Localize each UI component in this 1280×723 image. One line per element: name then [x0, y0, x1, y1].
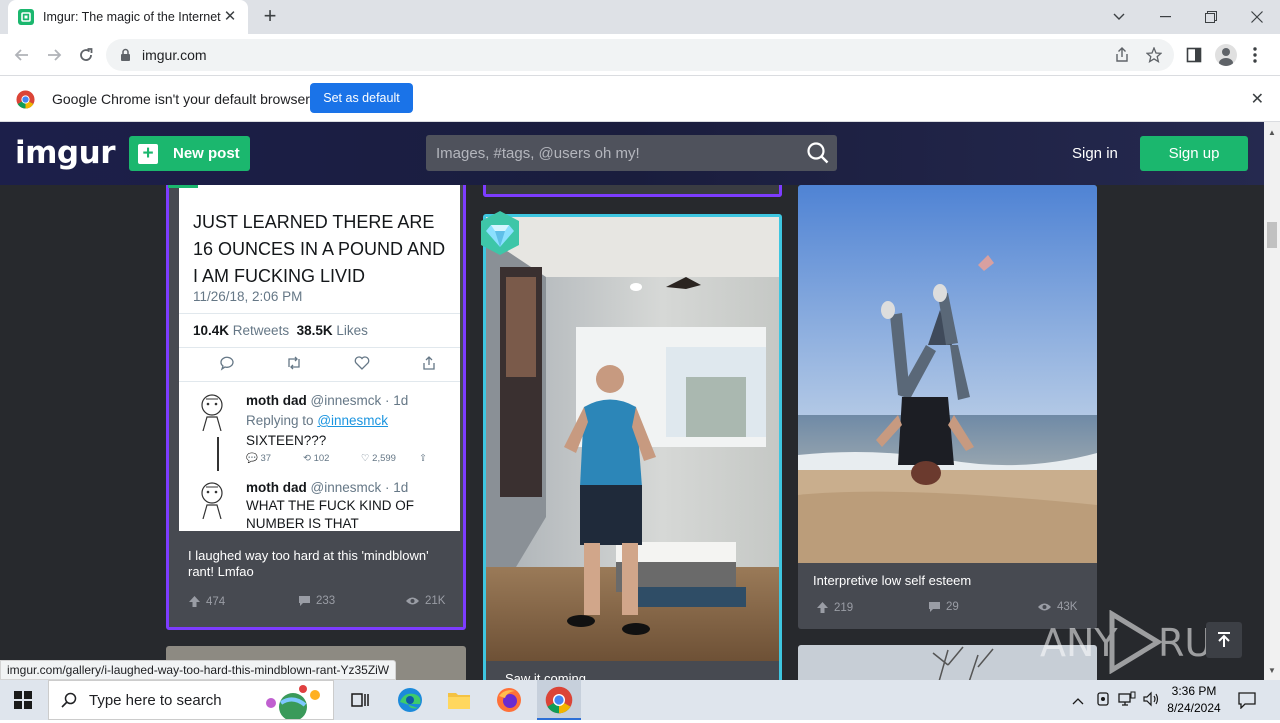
network-icon[interactable]	[1118, 691, 1136, 712]
video-thumbnail-dancer	[486, 217, 779, 661]
tab-search-chevron-icon[interactable]	[1096, 0, 1142, 34]
search-bar	[426, 135, 837, 171]
scrollbar-thumb[interactable]	[1267, 222, 1277, 248]
windows-start-icon[interactable]	[14, 691, 32, 714]
restore-button[interactable]	[1188, 0, 1234, 34]
taskbar-search-placeholder: Type here to search	[89, 691, 222, 709]
address-bar[interactable]: imgur.com	[106, 39, 1174, 71]
imgur-page: JUST LEARNED THERE ARE 16 OUNCES IN A PO…	[0, 122, 1264, 680]
reply-1: moth dad @innesmck · 1d Replying to @inn…	[246, 393, 409, 448]
upvote-icon	[189, 596, 200, 607]
post-title[interactable]: I laughed way too hard at this 'mindblow…	[188, 548, 458, 580]
moth-dad-avatar-2	[195, 479, 229, 520]
new-post-button[interactable]: + New post	[129, 136, 250, 171]
new-tab-button[interactable]: +	[258, 5, 282, 29]
chrome-icon	[545, 686, 573, 714]
comments-stat[interactable]: 29	[928, 601, 959, 613]
post-title[interactable]: Interpretive low self esteem	[813, 573, 971, 589]
views-stat: 21K	[405, 595, 445, 607]
arrow-up-icon	[1218, 632, 1230, 647]
set-as-default-button[interactable]: Set as default	[310, 83, 413, 113]
imgur-header: imgur + New post Sign in Sign up	[0, 122, 1264, 185]
comment-icon	[299, 596, 310, 606]
like-icon	[354, 356, 370, 370]
imgur-logo[interactable]: imgur	[15, 135, 115, 171]
plus-icon: +	[138, 143, 158, 164]
infobar-close-icon[interactable]: ✕	[1251, 89, 1264, 109]
tab-close-icon[interactable]: ✕	[222, 9, 238, 25]
profile-avatar[interactable]	[1215, 44, 1237, 66]
post-card-interpretive[interactable]: Interpretive low self esteem 219 29 43K	[798, 185, 1097, 629]
forward-button[interactable]	[42, 43, 66, 67]
lock-icon	[121, 48, 130, 61]
sign-up-button[interactable]: Sign up	[1140, 136, 1248, 171]
share-tweet-icon	[423, 356, 435, 370]
search-input[interactable]	[426, 135, 796, 171]
status-bar-url: imgur.com/gallery/i-laughed-way-too-hard…	[0, 660, 397, 680]
post-card-saw-it-coming[interactable]: Saw it coming	[483, 214, 782, 680]
upvote-stat[interactable]: 474	[188, 595, 225, 608]
post-title[interactable]: Saw it coming	[505, 671, 586, 680]
browser-toolbar: imgur.com	[0, 34, 1280, 76]
file-explorer-icon[interactable]	[445, 686, 473, 714]
tweet-text: JUST LEARNED THERE ARE 16 OUNCES IN A PO…	[193, 212, 446, 286]
bookmark-star-icon[interactable]	[1146, 47, 1162, 63]
comments-stat[interactable]: 233	[298, 595, 335, 607]
tray-device-icon[interactable]	[1095, 691, 1111, 712]
post-card-mindblown[interactable]: JUST LEARNED THERE ARE 16 OUNCES IN A PO…	[166, 172, 466, 630]
firefox-icon[interactable]	[495, 686, 523, 714]
notification-icon[interactable]	[1238, 691, 1256, 714]
green-tag-strip	[168, 185, 198, 188]
moth-dad-avatar	[195, 391, 229, 432]
tweet-timestamp: 11/26/18, 2:06 PM	[193, 289, 303, 304]
scroll-to-top-button[interactable]	[1206, 622, 1242, 658]
tweet-engagement: 10.4K Retweets 38.5K Likes	[193, 323, 368, 338]
taskbar-clock[interactable]: 3:36 PM 8/24/2024	[1166, 683, 1222, 717]
windows-taskbar: Type here to search 3:36 PM 8/24/2024	[0, 680, 1280, 721]
volume-icon[interactable]	[1142, 691, 1160, 712]
tab-title: Imgur: The magic of the Internet	[43, 10, 221, 24]
taskbar-search-box[interactable]: Type here to search	[48, 680, 334, 721]
gem-badge-icon	[477, 209, 523, 257]
url-text: imgur.com	[142, 47, 207, 63]
side-panel-icon[interactable]	[1186, 47, 1202, 63]
default-browser-infobar: Google Chrome isn't your default browser…	[0, 77, 1280, 122]
clock-time: 3:36 PM	[1171, 684, 1217, 698]
edge-icon[interactable]	[396, 686, 424, 714]
reload-button[interactable]	[74, 43, 98, 67]
retweet-icon	[288, 356, 300, 370]
scroll-down-arrow-icon[interactable]: ▼	[1268, 666, 1276, 675]
chrome-logo-icon	[16, 90, 35, 109]
chrome-taskbar-button[interactable]	[537, 680, 581, 720]
task-view-icon[interactable]	[346, 686, 374, 714]
upvote-icon	[817, 602, 828, 613]
search-icon[interactable]	[807, 142, 829, 164]
close-window-button[interactable]	[1234, 0, 1280, 34]
share-icon[interactable]	[1114, 47, 1130, 63]
comment-icon	[929, 602, 940, 612]
imgur-favicon-icon	[18, 9, 34, 25]
page-scrollbar[interactable]: ▲ ▼	[1264, 122, 1280, 680]
beach-handstand-image	[798, 185, 1097, 563]
reply-2: moth dad @innesmck · 1d WHAT THE FUCK KI…	[246, 480, 415, 531]
watermark-text-any: ANY	[1040, 621, 1118, 665]
tray-chevron-up-icon[interactable]	[1072, 692, 1084, 710]
minimize-button[interactable]	[1142, 0, 1188, 34]
sign-in-link[interactable]: Sign in	[1072, 145, 1118, 162]
clock-date: 8/24/2024	[1167, 701, 1221, 715]
browser-tab-imgur[interactable]: Imgur: The magic of the Internet ✕	[8, 0, 248, 34]
upvote-stat[interactable]: 219	[816, 601, 853, 614]
search-highlight-globe-icon	[259, 683, 329, 721]
infobar-message: Google Chrome isn't your default browser	[52, 91, 310, 107]
eye-icon	[406, 597, 419, 605]
post-stats: 474 233 21K	[188, 595, 450, 611]
back-button[interactable]	[10, 43, 34, 67]
chrome-menu-icon[interactable]	[1252, 46, 1258, 64]
reply-1-actions: 💬 37 ⟲ 102 ♡ 2,599 ⇪	[246, 453, 427, 464]
reply-icon	[220, 356, 234, 371]
scroll-up-arrow-icon[interactable]: ▲	[1268, 128, 1276, 137]
browser-titlebar: Imgur: The magic of the Internet ✕ +	[0, 0, 1280, 34]
search-icon	[61, 692, 77, 708]
tweet-screenshot-image: JUST LEARNED THERE ARE 16 OUNCES IN A PO…	[179, 175, 460, 531]
